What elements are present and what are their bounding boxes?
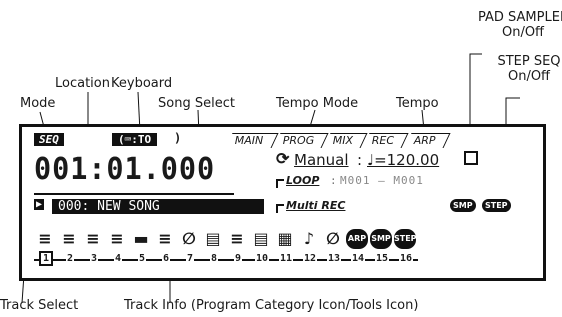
tempo-annotation: Tempo bbox=[396, 96, 439, 111]
tempo-mode-icon: ⟳ bbox=[276, 149, 290, 168]
pad-sampler-toggle[interactable]: SMP bbox=[450, 199, 476, 212]
track-select-12[interactable]: 12 bbox=[298, 253, 322, 264]
track-select-14[interactable]: 14 bbox=[346, 253, 370, 264]
track-select-13[interactable]: 13 bbox=[322, 253, 346, 264]
location-annotation: Location bbox=[55, 76, 110, 91]
track-select-1[interactable]: 1 bbox=[34, 251, 58, 266]
track-category-icon[interactable]: ≡ bbox=[58, 229, 80, 249]
track-category-icon[interactable]: ▤ bbox=[250, 229, 272, 249]
track-select-annotation: Track Select bbox=[0, 298, 79, 313]
track-select-row: 1 2 3 4 5 6 7 8 9 10 11 12 13 14 15 16 bbox=[34, 251, 418, 266]
loop-range: M001 – M001 bbox=[340, 174, 424, 187]
track-category-icon[interactable]: ∅ bbox=[178, 229, 200, 249]
track-category-icon[interactable]: ≡ bbox=[34, 229, 56, 249]
track-category-icon[interactable]: ▬ bbox=[130, 229, 152, 249]
song-arrow-icon[interactable]: ▶ bbox=[34, 199, 45, 210]
track-category-icon[interactable]: ▦ bbox=[274, 229, 296, 249]
track-category-icon[interactable]: ≡ bbox=[106, 229, 128, 249]
track-category-icon[interactable]: ≡ bbox=[154, 229, 176, 249]
track-category-icon[interactable]: ♪ bbox=[298, 229, 320, 249]
pad-sampler-annotation: PAD SAMPLER On/Off bbox=[478, 10, 562, 40]
track-category-icon[interactable]: ≡ bbox=[82, 229, 104, 249]
track-info-annotation: Track Info (Program Category Icon/Tools … bbox=[124, 298, 419, 313]
mode-indicator[interactable]: SEQ bbox=[34, 133, 64, 146]
step-seq-annotation: STEP SEQ On/Off bbox=[497, 54, 561, 84]
lcd-screen: SEQ (⌨:TO ) MAIN PROG MIX REC ARP 001:01… bbox=[19, 124, 546, 281]
track-select-2[interactable]: 2 bbox=[58, 253, 82, 264]
track-select-5[interactable]: 5 bbox=[130, 253, 154, 264]
track-select-11[interactable]: 11 bbox=[274, 253, 298, 264]
track-select-3[interactable]: 3 bbox=[82, 253, 106, 264]
track-category-icon[interactable]: ∅ bbox=[322, 229, 344, 249]
track-select-7[interactable]: 7 bbox=[178, 253, 202, 264]
track-select-6[interactable]: 6 bbox=[154, 253, 178, 264]
tempo-value[interactable]: ♩=120.00 bbox=[367, 151, 439, 169]
track-select-16[interactable]: 16 bbox=[394, 253, 418, 264]
tab-rec[interactable]: REC bbox=[362, 133, 410, 148]
smp-tool-icon[interactable]: SMP bbox=[370, 229, 392, 249]
song-select[interactable]: 000: NEW SONG bbox=[52, 199, 264, 214]
tab-mix[interactable]: MIX bbox=[323, 133, 368, 148]
tempo-square-indicator bbox=[464, 151, 478, 165]
location-underline bbox=[34, 193, 234, 195]
tab-main[interactable]: MAIN bbox=[225, 133, 278, 148]
location-display[interactable]: 001:01.000 bbox=[34, 152, 215, 187]
tab-prog[interactable]: PROG bbox=[273, 133, 329, 148]
multi-rec-checkbox-icon[interactable] bbox=[276, 204, 284, 213]
song-select-annotation: Song Select bbox=[158, 96, 235, 111]
track-select-10[interactable]: 10 bbox=[250, 253, 274, 264]
keyboard-annotation: Keyboard bbox=[111, 76, 173, 91]
multi-rec-label[interactable]: Multi REC bbox=[286, 199, 345, 212]
track-select-15[interactable]: 15 bbox=[370, 253, 394, 264]
track-select-8[interactable]: 8 bbox=[202, 253, 226, 264]
step-tool-icon[interactable]: STEP bbox=[394, 229, 417, 249]
track-select-9[interactable]: 9 bbox=[226, 253, 250, 264]
loop-checkbox-icon[interactable] bbox=[276, 179, 284, 188]
tempo-mode-annotation: Tempo Mode bbox=[276, 96, 359, 111]
keyboard-indicator[interactable]: (⌨:TO bbox=[112, 133, 158, 146]
step-seq-toggle[interactable]: STEP bbox=[482, 199, 511, 212]
keyboard-paren: ) bbox=[174, 131, 182, 145]
track-select-4[interactable]: 4 bbox=[106, 253, 130, 264]
track-category-icon[interactable]: ≡ bbox=[226, 229, 248, 249]
arp-tool-icon[interactable]: ARP bbox=[346, 229, 368, 249]
track-info-icons: ≡ ≡ ≡ ≡ ▬ ≡ ∅ ▤ ≡ ▤ ▦ ♪ ∅ ARP SMP STEP bbox=[34, 229, 418, 249]
tab-arp[interactable]: ARP bbox=[404, 133, 450, 148]
loop-label[interactable]: LOOP bbox=[286, 174, 319, 187]
page-tabs: MAIN PROG MIX REC ARP bbox=[225, 133, 450, 148]
mode-annotation: Mode bbox=[20, 96, 56, 111]
track-category-icon[interactable]: ▤ bbox=[202, 229, 224, 249]
tempo-mode-value[interactable]: Manual bbox=[294, 151, 349, 169]
